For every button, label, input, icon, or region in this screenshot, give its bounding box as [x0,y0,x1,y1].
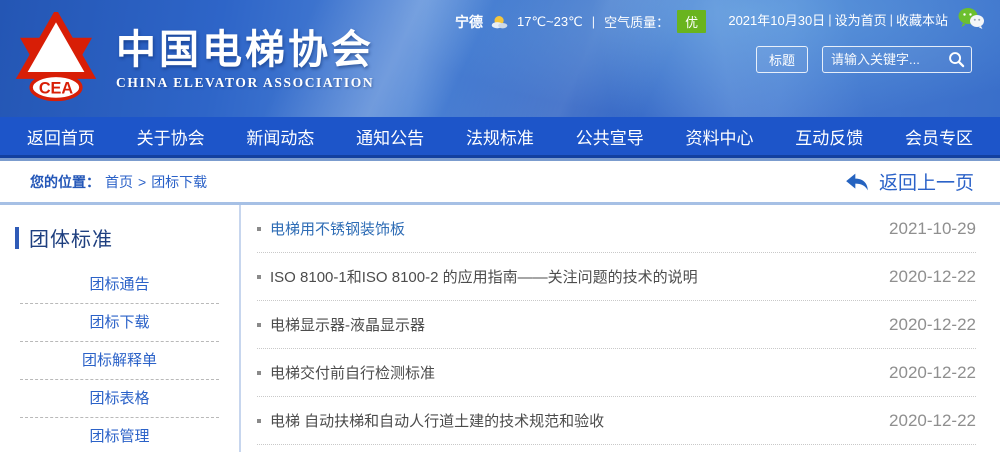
nav-item[interactable]: 返回首页 [27,124,95,149]
nav-item[interactable]: 会员专区 [905,124,973,149]
article-date: 2020-12-22 [889,267,976,287]
article-date: 2020-12-22 [889,315,976,335]
breadcrumb: 您的位置： 首页 > 团标下载 [30,172,207,192]
nav-item[interactable]: 公共宣导 [576,124,644,149]
cea-star-logo-icon: CEA [10,12,102,108]
nav-item[interactable]: 资料中心 [685,124,753,149]
accent-bar [15,227,19,249]
topbar-links: 2021年10月30日 | 设为首页 | 收藏本站 [728,10,948,29]
wechat-icon[interactable] [956,6,986,37]
logo[interactable]: CEA 中国电梯协会 CHINA ELEVATOR ASSOCIATION [10,12,374,108]
nav-item[interactable]: 法规标准 [466,124,534,149]
article-link[interactable]: 电梯交付前自行检测标准 [270,362,435,383]
sidebar-list: 团标通告 团标下载 团标解释单 团标表格 团标管理 [20,266,219,452]
bullet-icon [257,323,261,327]
bullet-icon [257,227,261,231]
breadcrumb-label: 您的位置： [30,172,100,192]
site-title: 中国电梯协会 [116,29,374,71]
add-favorite-link[interactable]: 收藏本站 [896,10,948,29]
nav-item[interactable]: 通知公告 [356,124,424,149]
list-item: 电梯交付前自行检测标准 2020-12-22 [257,349,976,397]
sidebar-header: 团体标准 [0,223,239,252]
search-box [822,46,972,73]
article-link[interactable]: ISO 8100-1和ISO 8100-2 的应用指南——关注问题的技术的说明 [270,266,698,287]
bullet-icon [257,419,261,423]
sidebar-title: 团体标准 [29,223,113,252]
nav-item[interactable]: 关于协会 [137,124,205,149]
site-header: CEA 中国电梯协会 CHINA ELEVATOR ASSOCIATION 宁德… [0,0,1000,117]
separator: | [887,12,896,27]
back-button[interactable]: 返回上一页 [845,168,974,195]
breadcrumb-separator: > [138,174,146,190]
separator: | [825,12,834,27]
breadcrumb-home-link[interactable]: 首页 [105,172,133,192]
list-item: 电梯显示器-液晶显示器 2020-12-22 [257,301,976,349]
bullet-icon [257,275,261,279]
temperature-range: 17℃~23℃ [517,14,583,30]
set-homepage-link[interactable]: 设为首页 [835,10,887,29]
article-link[interactable]: 电梯显示器-液晶显示器 [270,314,425,335]
article-date: 2020-12-22 [889,411,976,431]
content-area: 团体标准 团标通告 团标下载 团标解释单 团标表格 团标管理 电梯用不锈钢装饰板 [0,205,1000,452]
sun-cloud-icon [489,14,511,30]
sidebar-item[interactable]: 团标通告 [20,266,219,304]
search-category-button[interactable]: 标题 [756,46,808,73]
article-date: 2021-10-29 [889,219,976,239]
sidebar-item[interactable]: 团标表格 [20,380,219,418]
sidebar: 团体标准 团标通告 团标下载 团标解释单 团标表格 团标管理 [0,205,241,452]
weather-widget: 宁德 17℃~23℃ | 空气质量： 优 [455,10,706,33]
site-subtitle: CHINA ELEVATOR ASSOCIATION [116,75,374,91]
breadcrumb-current-link[interactable]: 团标下载 [151,172,207,192]
breadcrumb-bar: 您的位置： 首页 > 团标下载 返回上一页 [0,158,1000,205]
search-input[interactable] [831,52,948,67]
current-date: 2021年10月30日 [728,10,825,29]
nav-item[interactable]: 新闻动态 [246,124,314,149]
article-list: 电梯用不锈钢装饰板 2021-10-29 ISO 8100-1和ISO 8100… [241,205,1000,452]
bullet-icon [257,371,261,375]
search-area: 标题 [756,46,972,73]
sidebar-item[interactable]: 团标管理 [20,418,219,452]
air-quality-label: 空气质量： [604,12,669,31]
sidebar-item[interactable]: 团标解释单 [20,342,219,380]
nav-item[interactable]: 互动反馈 [795,124,863,149]
article-date: 2020-12-22 [889,363,976,383]
back-arrow-icon [845,172,869,192]
air-quality-badge: 优 [677,10,706,33]
sidebar-item[interactable]: 团标下载 [20,304,219,342]
weather-city: 宁德 [455,12,483,32]
article-link[interactable]: 电梯 自动扶梯和自动人行道土建的技术规范和验收 [270,410,604,431]
list-item: 电梯 自动扶梯和自动人行道土建的技术规范和验收 2020-12-22 [257,397,976,445]
separator: | [589,14,598,29]
list-item: 电梯用不锈钢装饰板 2021-10-29 [257,205,976,253]
svg-text:CEA: CEA [39,79,74,97]
list-item: ISO 8100-1和ISO 8100-2 的应用指南——关注问题的技术的说明 … [257,253,976,301]
back-button-label: 返回上一页 [879,168,974,195]
search-icon[interactable] [948,51,965,68]
article-link[interactable]: 电梯用不锈钢装饰板 [270,218,405,239]
main-nav: 返回首页 关于协会 新闻动态 通知公告 法规标准 公共宣导 资料中心 互动反馈 … [0,117,1000,158]
